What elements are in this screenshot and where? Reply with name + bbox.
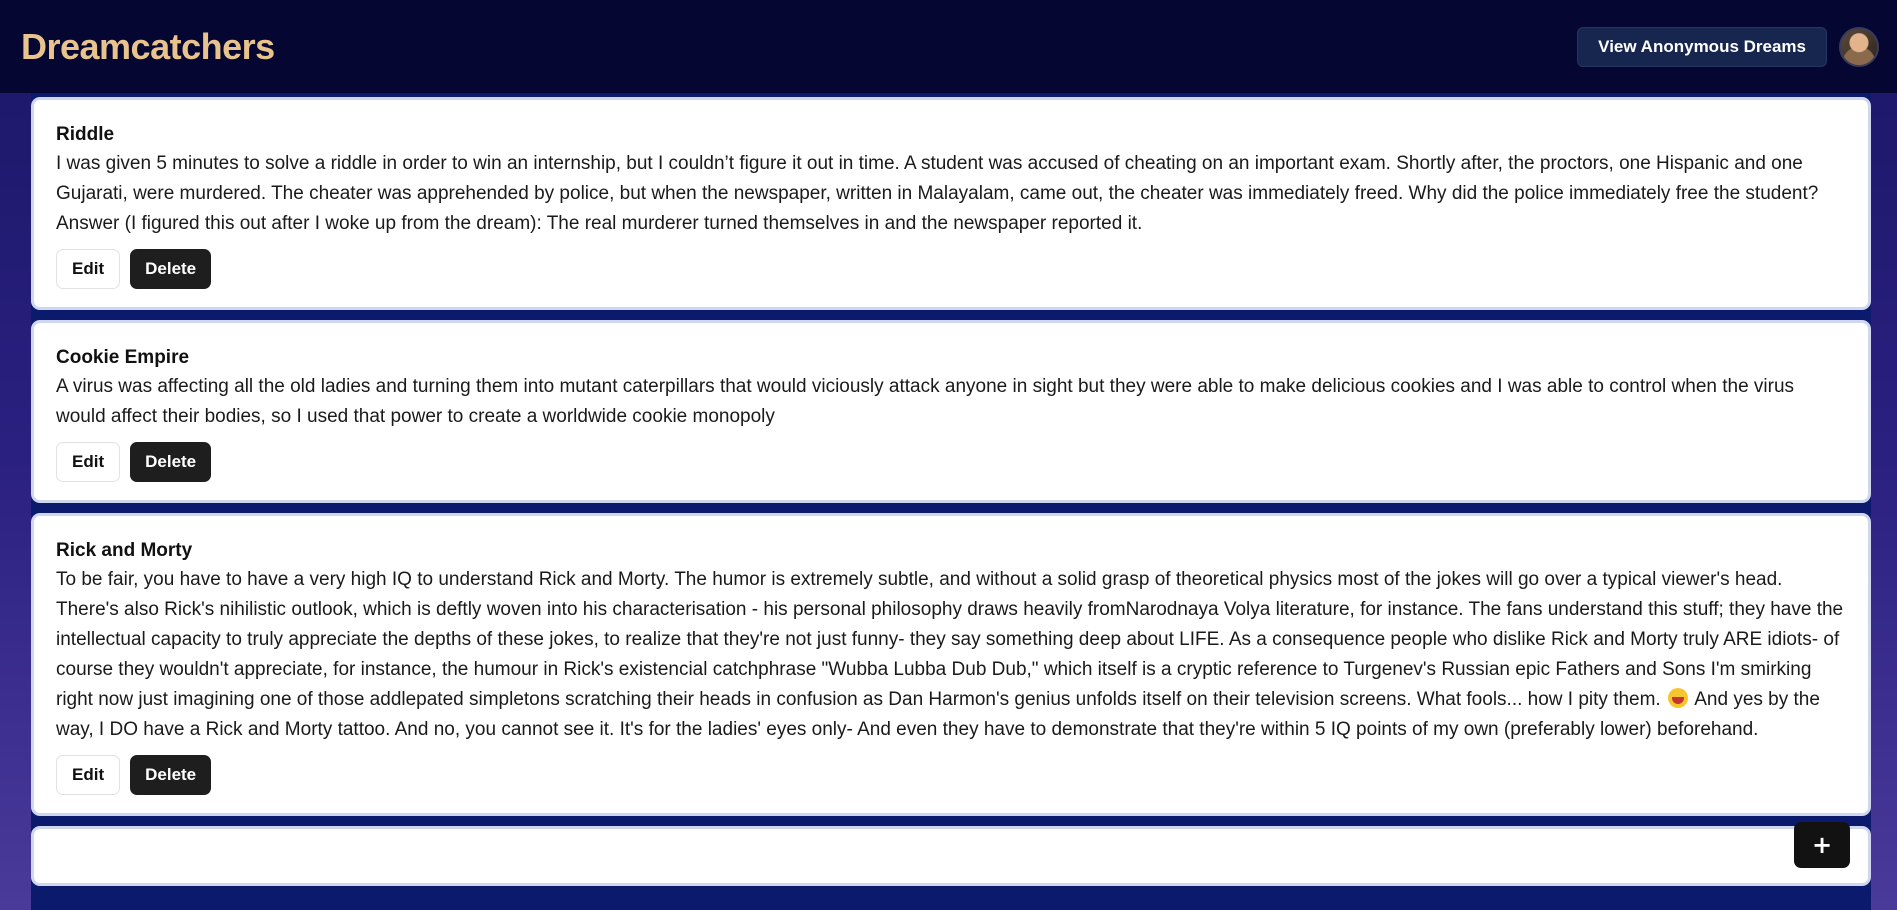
delete-button[interactable]: Delete: [130, 755, 212, 795]
dream-body: I was given 5 minutes to solve a riddle …: [56, 153, 1819, 234]
dream-actions: Edit Delete: [56, 442, 1846, 482]
dream-title: Riddle: [56, 124, 115, 145]
add-dream-button[interactable]: +: [1794, 822, 1850, 868]
dream-title: Rick and Morty: [56, 540, 193, 561]
edit-button[interactable]: Edit: [56, 442, 121, 482]
dream-body: To be fair, you have to have a very high…: [56, 565, 1846, 745]
edit-button[interactable]: Edit: [56, 249, 121, 289]
delete-button[interactable]: Delete: [130, 442, 212, 482]
view-anonymous-dreams-button[interactable]: View Anonymous Dreams: [1577, 26, 1827, 67]
dream-card: Cookie Empire A virus was affecting all …: [31, 320, 1871, 503]
dream-body: A virus was affecting all the old ladies…: [56, 376, 1795, 427]
dream-card: Riddle I was given 5 minutes to solve a …: [31, 97, 1871, 310]
dream-body-part-1: To be fair, you have to have a very high…: [56, 569, 1844, 710]
dream-feed: Riddle I was given 5 minutes to solve a …: [31, 97, 1871, 886]
edit-button[interactable]: Edit: [56, 755, 121, 795]
dream-card: Rick and Morty To be fair, you have to h…: [31, 513, 1871, 816]
user-avatar[interactable]: [1839, 26, 1879, 67]
dream-title: Cookie Empire: [56, 347, 190, 368]
dream-actions: Edit Delete: [56, 755, 1846, 795]
top-navbar: Dreamcatchers View Anonymous Dreams: [0, 0, 1897, 93]
dream-card: [31, 826, 1871, 886]
laughing-emoji-icon: [1668, 688, 1688, 708]
brand-logo[interactable]: Dreamcatchers: [21, 26, 275, 68]
dream-actions: Edit Delete: [56, 249, 1846, 289]
delete-button[interactable]: Delete: [130, 249, 212, 289]
header-actions: View Anonymous Dreams: [1577, 26, 1879, 67]
